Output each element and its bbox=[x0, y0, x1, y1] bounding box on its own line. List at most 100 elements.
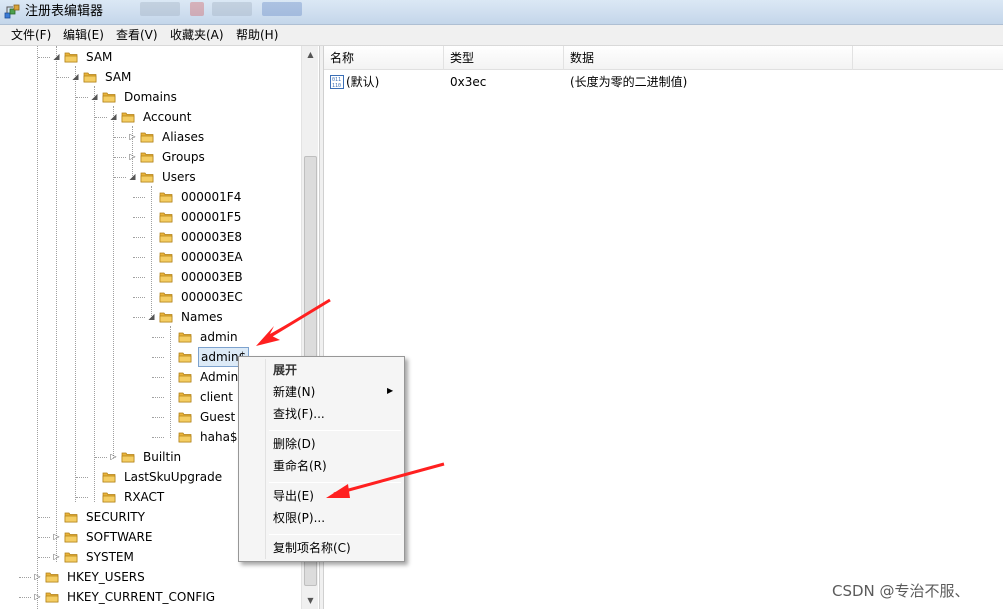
folder-icon bbox=[102, 470, 116, 484]
folder-icon bbox=[159, 310, 173, 324]
folder-icon bbox=[159, 190, 173, 204]
collapsed-arrow-icon[interactable]: ▷ bbox=[33, 592, 42, 601]
tree-node-label: haha$ bbox=[200, 430, 238, 444]
tree-guide-line bbox=[76, 497, 88, 498]
menu-item-export[interactable]: 导出(E) bbox=[273, 486, 314, 506]
menu-item-find[interactable]: 查找(F)... bbox=[273, 404, 325, 424]
toolbar-blur bbox=[140, 2, 180, 16]
menu-item-delete[interactable]: 删除(D) bbox=[273, 434, 316, 454]
tree-node-label: Builtin bbox=[143, 450, 182, 464]
tree-node-label: Account bbox=[143, 110, 192, 124]
folder-icon bbox=[45, 590, 59, 604]
tree-guide-line bbox=[133, 297, 145, 298]
tree-node-label: LastSkuUpgrade bbox=[124, 470, 223, 484]
tree-guide-line bbox=[152, 437, 164, 438]
folder-icon bbox=[102, 490, 116, 504]
tree-node-label: RXACT bbox=[124, 490, 165, 504]
binary-value-icon: 011 110 bbox=[330, 75, 344, 89]
tree-node-label: Guest bbox=[200, 410, 236, 424]
value-row[interactable]: 011 110 (默认) 0x3ec (长度为零的二进制值) bbox=[324, 72, 1003, 92]
tree-node-label: SECURITY bbox=[86, 510, 145, 524]
collapsed-arrow-icon[interactable]: ▷ bbox=[52, 532, 61, 541]
no-toggle bbox=[166, 412, 175, 421]
annotation-arrow-icon bbox=[256, 298, 331, 346]
folder-icon bbox=[178, 390, 192, 404]
menu-help[interactable]: 帮助(H) bbox=[236, 28, 278, 43]
folder-icon bbox=[121, 450, 135, 464]
tree-guide-line bbox=[114, 137, 126, 138]
tree-node-label: Groups bbox=[162, 150, 205, 164]
svg-text:110: 110 bbox=[332, 83, 341, 89]
tree-guide-line bbox=[56, 46, 57, 562]
no-toggle bbox=[166, 332, 175, 341]
tree-node-label: 000001F5 bbox=[181, 210, 242, 224]
tree-guide-line bbox=[75, 66, 76, 502]
menu-file[interactable]: 文件(F) bbox=[11, 28, 51, 43]
menu-item-permissions[interactable]: 权限(P)... bbox=[273, 508, 325, 528]
column-data[interactable]: 数据 bbox=[564, 46, 853, 70]
tree-node-label: Aliases bbox=[162, 130, 205, 144]
menu-item-expand[interactable]: 展开 bbox=[273, 360, 297, 380]
collapsed-arrow-icon[interactable]: ▷ bbox=[52, 552, 61, 561]
scroll-down-arrow-icon[interactable]: ▼ bbox=[302, 592, 319, 609]
collapsed-arrow-icon[interactable]: ▷ bbox=[109, 452, 118, 461]
tree-guide-line bbox=[133, 277, 145, 278]
expanded-arrow-icon[interactable]: ◢ bbox=[109, 112, 118, 121]
no-toggle bbox=[166, 352, 175, 361]
folder-icon bbox=[159, 290, 173, 304]
menu-item-copy-key-name[interactable]: 复制项名称(C) bbox=[273, 538, 351, 558]
tree-guide-line bbox=[152, 417, 164, 418]
collapsed-arrow-icon[interactable]: ▷ bbox=[128, 132, 137, 141]
tree-guide-line bbox=[114, 157, 126, 158]
no-toggle bbox=[166, 432, 175, 441]
menu-item-rename[interactable]: 重命名(R) bbox=[273, 456, 327, 476]
menu-gutter bbox=[265, 359, 266, 559]
tree-guide-line bbox=[152, 397, 164, 398]
menu-bar: 文件(F) 编辑(E) 查看(V) 收藏夹(A) 帮助(H) bbox=[0, 25, 1003, 46]
expanded-arrow-icon[interactable]: ◢ bbox=[147, 312, 156, 321]
menu-item-new[interactable]: 新建(N) bbox=[273, 382, 315, 402]
expanded-arrow-icon[interactable]: ◢ bbox=[71, 72, 80, 81]
title-bar: 注册表编辑器 bbox=[0, 0, 1003, 25]
no-toggle bbox=[147, 272, 156, 281]
folder-icon bbox=[121, 110, 135, 124]
value-type: 0x3ec bbox=[450, 75, 487, 89]
tree-node-label: Admin bbox=[200, 370, 239, 384]
expanded-arrow-icon[interactable]: ◢ bbox=[90, 92, 99, 101]
tree-node-label: SYSTEM bbox=[86, 550, 134, 564]
value-name: (默认) bbox=[346, 75, 380, 89]
folder-icon bbox=[140, 150, 154, 164]
tree-guide-line bbox=[133, 317, 145, 318]
tree-guide-line bbox=[113, 106, 114, 458]
tree-guide-line bbox=[38, 557, 50, 558]
tree-node-label: admin bbox=[200, 330, 238, 344]
value-data: (长度为零的二进制值) bbox=[570, 75, 688, 89]
no-toggle bbox=[147, 292, 156, 301]
folder-icon bbox=[178, 410, 192, 424]
scroll-up-arrow-icon[interactable]: ▲ bbox=[302, 46, 319, 63]
collapsed-arrow-icon[interactable]: ▷ bbox=[128, 152, 137, 161]
values-list[interactable]: 名称 类型 数据 011 110 (默认) 0x3ec (长度为零的二进制值) bbox=[324, 46, 1003, 609]
menu-edit[interactable]: 编辑(E) bbox=[63, 28, 104, 43]
tree-guide-line bbox=[133, 217, 145, 218]
menu-view[interactable]: 查看(V) bbox=[116, 28, 158, 43]
menu-favorites[interactable]: 收藏夹(A) bbox=[170, 28, 224, 43]
tree-guide-line bbox=[133, 197, 145, 198]
tree-guide-line bbox=[152, 357, 164, 358]
tree-guide-line bbox=[152, 337, 164, 338]
tree-node-label: Domains bbox=[124, 90, 177, 104]
no-toggle bbox=[147, 232, 156, 241]
expanded-arrow-icon[interactable]: ◢ bbox=[128, 172, 137, 181]
tree-node-label: SAM bbox=[105, 70, 132, 84]
tree-guide-line bbox=[37, 46, 38, 609]
column-type[interactable]: 类型 bbox=[444, 46, 564, 70]
no-toggle bbox=[147, 192, 156, 201]
folder-icon bbox=[159, 250, 173, 264]
tree-guide-line bbox=[76, 97, 88, 98]
toolbar-blur bbox=[262, 2, 302, 16]
column-name[interactable]: 名称 bbox=[324, 46, 444, 70]
column-header: 名称 类型 数据 bbox=[324, 46, 1003, 70]
expanded-arrow-icon[interactable]: ◢ bbox=[52, 52, 61, 61]
tree-guide-line bbox=[95, 457, 107, 458]
collapsed-arrow-icon[interactable]: ▷ bbox=[33, 572, 42, 581]
